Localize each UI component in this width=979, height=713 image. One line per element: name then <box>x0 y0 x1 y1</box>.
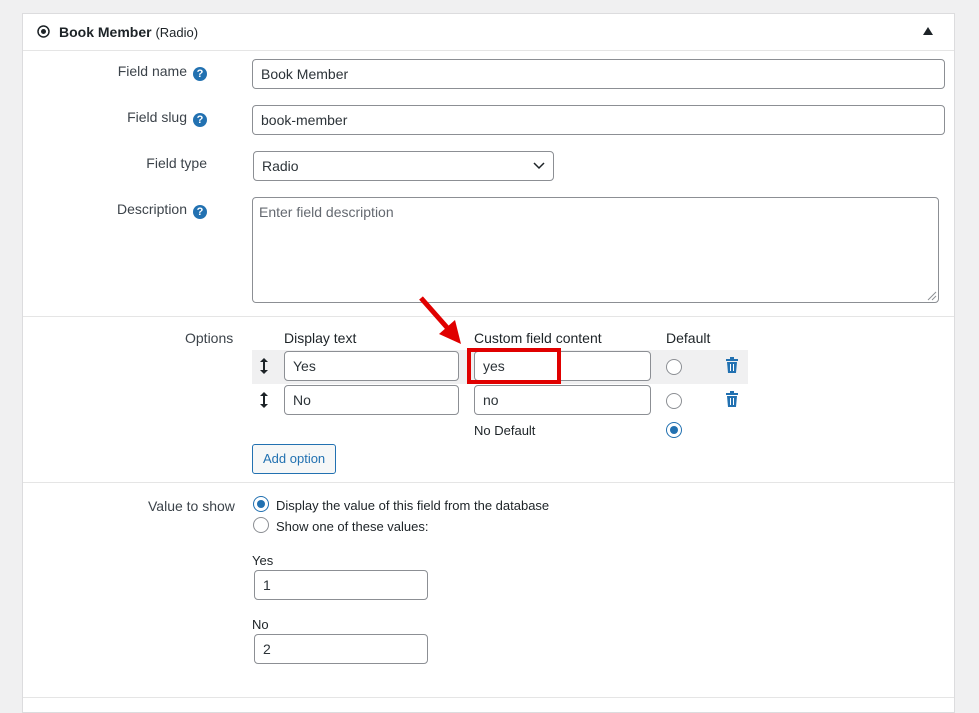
value-choice-label: Display the value of this field from the… <box>276 498 550 513</box>
section-divider <box>23 482 954 483</box>
section-divider <box>23 316 954 317</box>
value-yes-label: Yes <box>252 553 274 568</box>
panel-title: Book Member (Radio) <box>59 24 198 40</box>
drag-handle-icon[interactable] <box>258 357 270 375</box>
add-option-button[interactable]: Add option <box>252 444 337 474</box>
description-textarea[interactable] <box>252 197 939 303</box>
field-type-label-text: Field type <box>146 155 207 171</box>
value-no-label: No <box>252 617 269 632</box>
column-default: Default <box>666 330 711 346</box>
value-choice-label: Show one of these values: <box>276 519 429 534</box>
field-name-label-text: Field name <box>117 63 187 79</box>
field-slug-label: Field slug? <box>127 109 207 127</box>
description-label-text: Description <box>116 201 187 217</box>
radio-dot-icon <box>37 25 50 38</box>
column-display-text: Display text <box>284 330 357 346</box>
field-slug-label-text: Field slug <box>127 109 187 125</box>
option-custom-content-input[interactable] <box>474 385 651 415</box>
option-default-radio[interactable] <box>666 359 682 375</box>
field-panel: Book Member (Radio) Field name? Field sl… <box>22 13 955 713</box>
description-label: Description? <box>117 201 207 219</box>
option-default-radio[interactable] <box>666 393 682 409</box>
help-icon[interactable]: ? <box>193 113 207 127</box>
panel-subtitle: (Radio) <box>155 25 199 40</box>
options-label: Options <box>185 330 234 346</box>
annotation-arrow-icon <box>419 296 461 344</box>
field-type-selected: Radio <box>262 158 299 174</box>
value-to-show-label: Value to show <box>148 498 235 514</box>
resize-grip-icon[interactable] <box>927 291 937 301</box>
chevron-down-icon <box>533 162 545 170</box>
trash-icon[interactable] <box>725 357 739 373</box>
no-default-radio[interactable] <box>666 422 682 438</box>
annotation-highlight-box <box>467 348 561 384</box>
trash-icon[interactable] <box>725 391 739 407</box>
panel-title-text: Book Member <box>59 24 152 40</box>
no-default-label: No Default <box>474 423 536 438</box>
field-slug-input[interactable] <box>252 105 945 135</box>
value-no-input[interactable] <box>254 634 428 664</box>
drag-handle-icon[interactable] <box>258 391 270 409</box>
help-icon[interactable]: ? <box>193 205 207 219</box>
field-type-select[interactable]: Radio <box>253 151 554 181</box>
panel-header[interactable]: Book Member (Radio) <box>23 14 954 51</box>
triangle-up-icon[interactable] <box>922 26 934 36</box>
value-yes-input[interactable] <box>254 570 428 600</box>
help-icon[interactable]: ? <box>193 67 207 81</box>
field-name-label: Field name? <box>118 63 207 81</box>
field-name-input[interactable] <box>252 59 945 89</box>
field-type-label: Field type <box>146 155 207 171</box>
value-choice-radio[interactable] <box>253 517 269 533</box>
value-choice-radio[interactable] <box>253 496 269 512</box>
option-display-text-input[interactable] <box>284 385 459 415</box>
option-display-text-input[interactable] <box>284 351 459 381</box>
column-custom-content: Custom field content <box>474 330 602 346</box>
section-divider <box>23 697 954 698</box>
